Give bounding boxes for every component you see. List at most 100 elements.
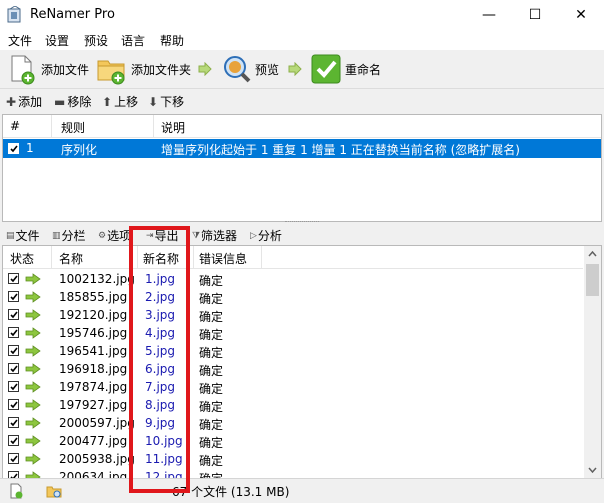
highlight-box — [129, 226, 190, 493]
file-row[interactable]: 196918.jpg 6.jpg 确定 — [3, 360, 583, 378]
menu-settings[interactable]: 设置 — [45, 32, 69, 49]
status-arrow-icon — [25, 291, 41, 303]
status-arrow-icon — [25, 327, 41, 339]
splitter-handle[interactable] — [0, 220, 604, 225]
rules-header: # 规则 说明 — [3, 115, 601, 138]
menu-language[interactable]: 语言 — [121, 32, 145, 49]
add-files-button[interactable]: 添加文件 — [6, 50, 89, 88]
scrollbar-thumb[interactable] — [586, 264, 599, 296]
file-row[interactable]: 197927.jpg 8.jpg 确定 — [3, 396, 583, 414]
file-checkbox[interactable] — [8, 417, 19, 428]
scroll-down-icon[interactable] — [584, 462, 601, 478]
file-name: 1002132.jpg — [59, 272, 135, 286]
rules-header-rule[interactable]: 规则 — [61, 119, 85, 136]
file-row[interactable]: 2000597.jpg 9.jpg 确定 — [3, 414, 583, 432]
file-name: 200477.jpg — [59, 434, 128, 448]
menu-help[interactable]: 帮助 — [160, 32, 184, 49]
preview-button[interactable]: 预览 — [220, 50, 279, 88]
rule-name: 序列化 — [61, 143, 98, 157]
status-arrow-icon — [25, 435, 41, 447]
menu-presets[interactable]: 预设 — [84, 32, 108, 49]
file-name: 196918.jpg — [59, 362, 128, 376]
file-checkbox[interactable] — [8, 363, 19, 374]
file-name: 195746.jpg — [59, 326, 128, 340]
rule-row[interactable]: 1 序列化 增量序列化起始于 1 重复 1 增量 1 正在替换当前名称 (忽略扩… — [3, 139, 601, 158]
scroll-up-icon[interactable] — [584, 246, 601, 262]
maximize-button[interactable]: ☐ — [512, 0, 558, 30]
file-checkbox[interactable] — [8, 327, 19, 338]
file-row[interactable]: 197874.jpg 7.jpg 确定 — [3, 378, 583, 396]
minimize-button[interactable]: — — [466, 0, 512, 30]
columns-menu-button[interactable]: ▥ 分栏 — [52, 227, 86, 244]
add-file-small-icon[interactable] — [8, 483, 24, 499]
files-header-error[interactable]: 错误信息 — [199, 250, 247, 267]
rename-label: 重命名 — [345, 62, 382, 77]
rule-index: 1 — [26, 141, 34, 155]
rule-checkbox[interactable] — [8, 143, 19, 154]
rules-header-index[interactable]: # — [10, 119, 20, 133]
file-checkbox[interactable] — [8, 291, 19, 302]
file-name: 2005938.jpg — [59, 452, 135, 466]
file-name: 185855.jpg — [59, 290, 128, 304]
folder-small-icon[interactable] — [46, 483, 62, 499]
status-arrow-icon — [25, 363, 41, 375]
files-toolbar: ▤ 文件 ▥ 分栏 ⚙ 选项 ⇥ 导出 ⧩ 筛选器 ▷ 分析 — [0, 226, 604, 244]
menu-file[interactable]: 文件 — [8, 32, 32, 49]
preview-label: 预览 — [255, 62, 280, 77]
remove-rule-button[interactable]: ▬ 移除 — [54, 93, 91, 110]
files-header-status[interactable]: 状态 — [10, 250, 34, 267]
file-row[interactable]: 195746.jpg 4.jpg 确定 — [3, 324, 583, 342]
files-header: 状态 名称 新名称 错误信息 — [3, 246, 583, 269]
analyze-menu-button[interactable]: ▷ 分析 — [250, 227, 282, 244]
file-name: 192120.jpg — [59, 308, 128, 322]
status-bar: 67 个文件 (13.1 MB) — [0, 478, 604, 503]
filters-menu-button[interactable]: ⧩ 筛选器 — [192, 227, 237, 244]
file-checkbox[interactable] — [8, 309, 19, 320]
rules-table: # 规则 说明 1 序列化 增量序列化起始于 1 重复 1 增量 1 正在替换当… — [2, 114, 602, 222]
status-arrow-icon — [25, 417, 41, 429]
rules-toolbar: ✚ 添加 ▬ 移除 ⬆ 上移 ⬇ 下移 — [0, 90, 604, 112]
file-error: 确定 — [199, 382, 224, 396]
files-header-name[interactable]: 名称 — [59, 250, 83, 267]
rule-description: 增量序列化起始于 1 重复 1 增量 1 正在替换当前名称 (忽略扩展名) — [161, 143, 520, 157]
file-name: 197927.jpg — [59, 398, 128, 412]
file-checkbox[interactable] — [8, 435, 19, 446]
title-bar: ReNamer Pro — ☐ ✕ — [0, 0, 604, 30]
close-button[interactable]: ✕ — [558, 0, 604, 30]
arrow-down-icon: ⬇ — [148, 94, 159, 109]
file-row[interactable]: 192120.jpg 3.jpg 确定 — [3, 306, 583, 324]
options-menu-button[interactable]: ⚙ 选项 — [98, 227, 131, 244]
add-rule-label: 添加 — [18, 95, 43, 109]
file-error: 确定 — [199, 292, 224, 306]
rename-button[interactable]: 重命名 — [310, 50, 381, 88]
add-rule-button[interactable]: ✚ 添加 — [6, 93, 42, 110]
file-row[interactable]: 200477.jpg 10.jpg 确定 — [3, 432, 583, 450]
file-checkbox[interactable] — [8, 381, 19, 392]
file-checkbox[interactable] — [8, 453, 19, 464]
filter-icon: ⧩ — [192, 230, 201, 241]
file-row[interactable]: 2005938.jpg 11.jpg 确定 — [3, 450, 583, 468]
status-arrow-icon — [25, 453, 41, 465]
options-menu-label: 选项 — [107, 229, 132, 243]
add-folders-button[interactable]: 添加文件夹 — [96, 50, 191, 88]
status-arrow-icon — [25, 273, 41, 285]
file-checkbox[interactable] — [8, 345, 19, 356]
file-row[interactable]: 185855.jpg 2.jpg 确定 — [3, 288, 583, 306]
vertical-scrollbar[interactable] — [584, 246, 601, 478]
file-row[interactable]: 1002132.jpg 1.jpg 确定 — [3, 270, 583, 288]
plus-icon: ✚ — [6, 94, 17, 109]
add-file-icon — [11, 55, 35, 85]
arrow-right-icon — [198, 62, 212, 76]
rules-header-description[interactable]: 说明 — [161, 119, 185, 136]
file-row[interactable]: 196541.jpg 5.jpg 确定 — [3, 342, 583, 360]
move-down-button[interactable]: ⬇ 下移 — [148, 93, 184, 110]
file-error: 确定 — [199, 418, 224, 432]
move-up-button[interactable]: ⬆ 上移 — [102, 93, 138, 110]
magnifier-icon — [224, 56, 251, 83]
file-checkbox[interactable] — [8, 399, 19, 410]
file-error: 确定 — [199, 400, 224, 414]
menu-bar: 文件 设置 预设 语言 帮助 — [0, 30, 604, 50]
file-checkbox[interactable] — [8, 273, 19, 284]
files-menu-button[interactable]: ▤ 文件 — [6, 227, 40, 244]
file-error: 确定 — [199, 274, 224, 288]
